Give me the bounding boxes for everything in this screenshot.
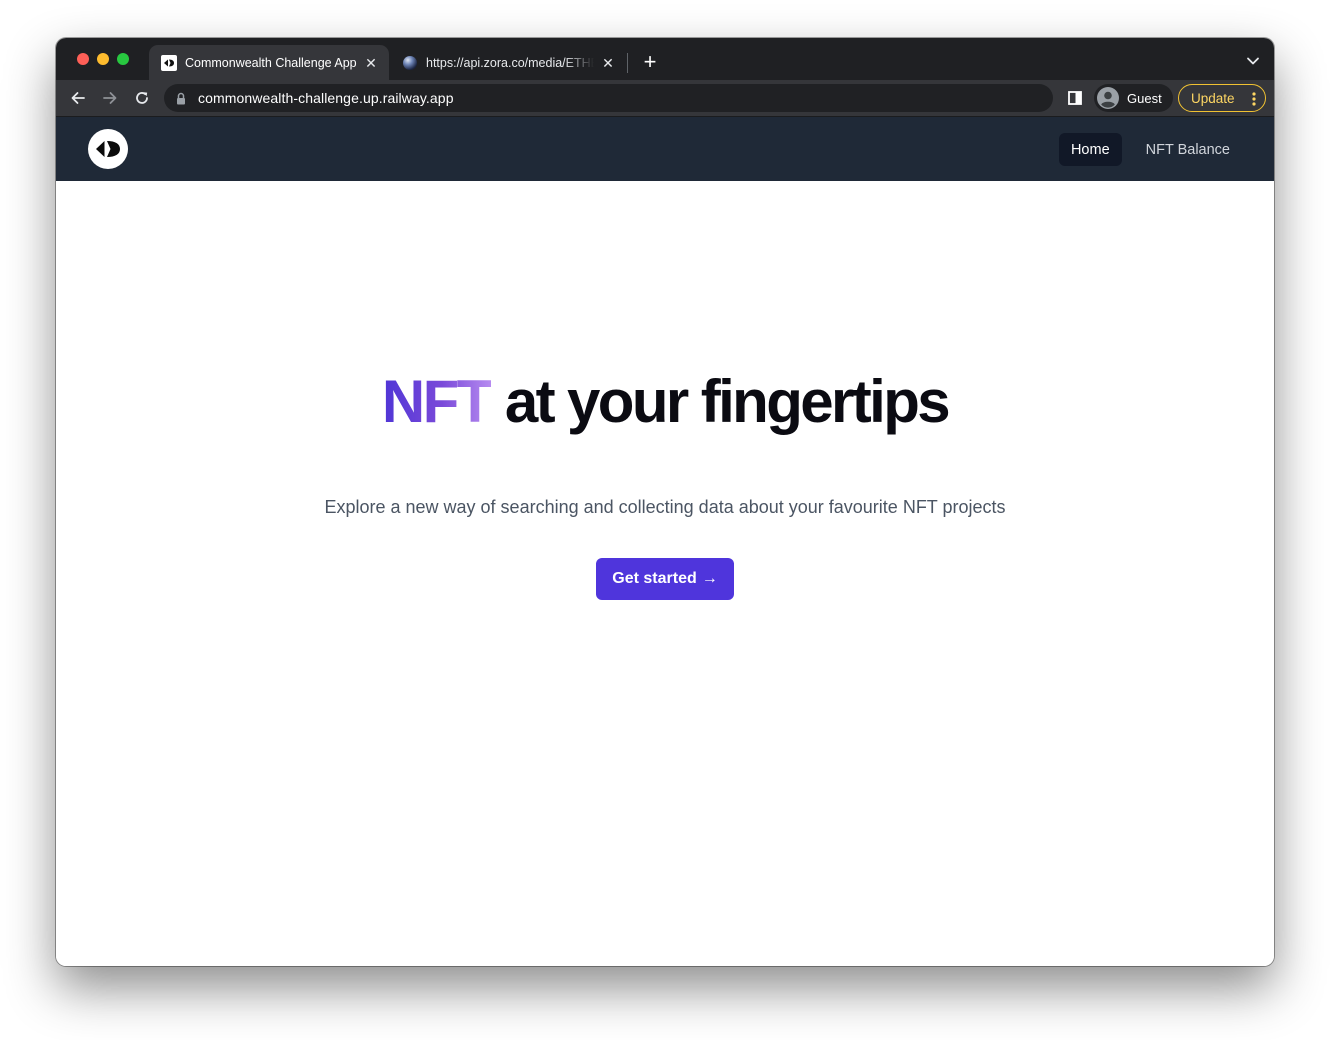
close-icon[interactable]: ✕: [600, 55, 616, 71]
nav-links: Home NFT Balance: [1058, 133, 1242, 166]
tab-zora-api[interactable]: https://api.zora.co/media/ETHEREUM ✕: [390, 45, 626, 80]
tab-title: https://api.zora.co/media/ETHEREUM: [426, 55, 594, 70]
tab-divider: [627, 53, 628, 73]
hero-subtitle: Explore a new way of searching and colle…: [324, 497, 1006, 517]
close-icon[interactable]: ✕: [363, 55, 379, 71]
guest-avatar-icon: [1097, 87, 1119, 109]
window-minimize-button[interactable]: [97, 53, 109, 65]
globe-icon: [402, 55, 418, 71]
profile-label: Guest: [1127, 90, 1162, 106]
profile-button[interactable]: Guest: [1094, 84, 1173, 112]
cta-label: Get started: [612, 570, 697, 587]
update-button[interactable]: Update: [1178, 84, 1266, 112]
side-panel-icon[interactable]: [1068, 91, 1082, 105]
tab-commonwealth-challenge[interactable]: Commonwealth Challenge App ✕: [149, 45, 389, 80]
window-close-button[interactable]: [77, 53, 89, 65]
nav-link-home[interactable]: Home: [1058, 133, 1122, 166]
browser-toolbar: commonwealth-challenge.up.railway.app Gu…: [56, 80, 1274, 117]
page-content: Home NFT Balance NFT at your fingertips …: [56, 117, 1274, 966]
lock-icon: [176, 91, 188, 105]
hero-title: NFT at your fingertips: [56, 366, 1274, 438]
nav-link-nft-balance[interactable]: NFT Balance: [1134, 133, 1242, 166]
site-logo[interactable]: [88, 129, 128, 169]
forward-arrow-icon[interactable]: [99, 87, 121, 109]
address-bar[interactable]: commonwealth-challenge.up.railway.app: [164, 84, 1053, 112]
tab-strip: Commonwealth Challenge App ✕ https://api…: [56, 38, 1274, 80]
get-started-button[interactable]: Get started →: [596, 558, 734, 600]
hero-title-accent: NFT: [381, 368, 493, 435]
site-navbar: Home NFT Balance: [56, 117, 1274, 181]
browser-window: Commonwealth Challenge App ✕ https://api…: [56, 38, 1274, 966]
reload-icon[interactable]: [131, 87, 153, 109]
window-maximize-button[interactable]: [117, 53, 129, 65]
arrow-right-icon: →: [701, 570, 718, 587]
tab-search-chevron-icon[interactable]: [1246, 54, 1260, 66]
tab-title: Commonwealth Challenge App: [185, 55, 357, 70]
site-logo-icon: [161, 54, 177, 71]
new-tab-plus-icon[interactable]: +: [638, 51, 662, 75]
more-vert-icon[interactable]: [1252, 92, 1256, 106]
url-text: commonwealth-challenge.up.railway.app: [198, 90, 454, 106]
hero-title-rest: at your fingertips: [490, 368, 951, 435]
update-label: Update: [1191, 90, 1235, 106]
back-arrow-icon[interactable]: [67, 87, 89, 109]
